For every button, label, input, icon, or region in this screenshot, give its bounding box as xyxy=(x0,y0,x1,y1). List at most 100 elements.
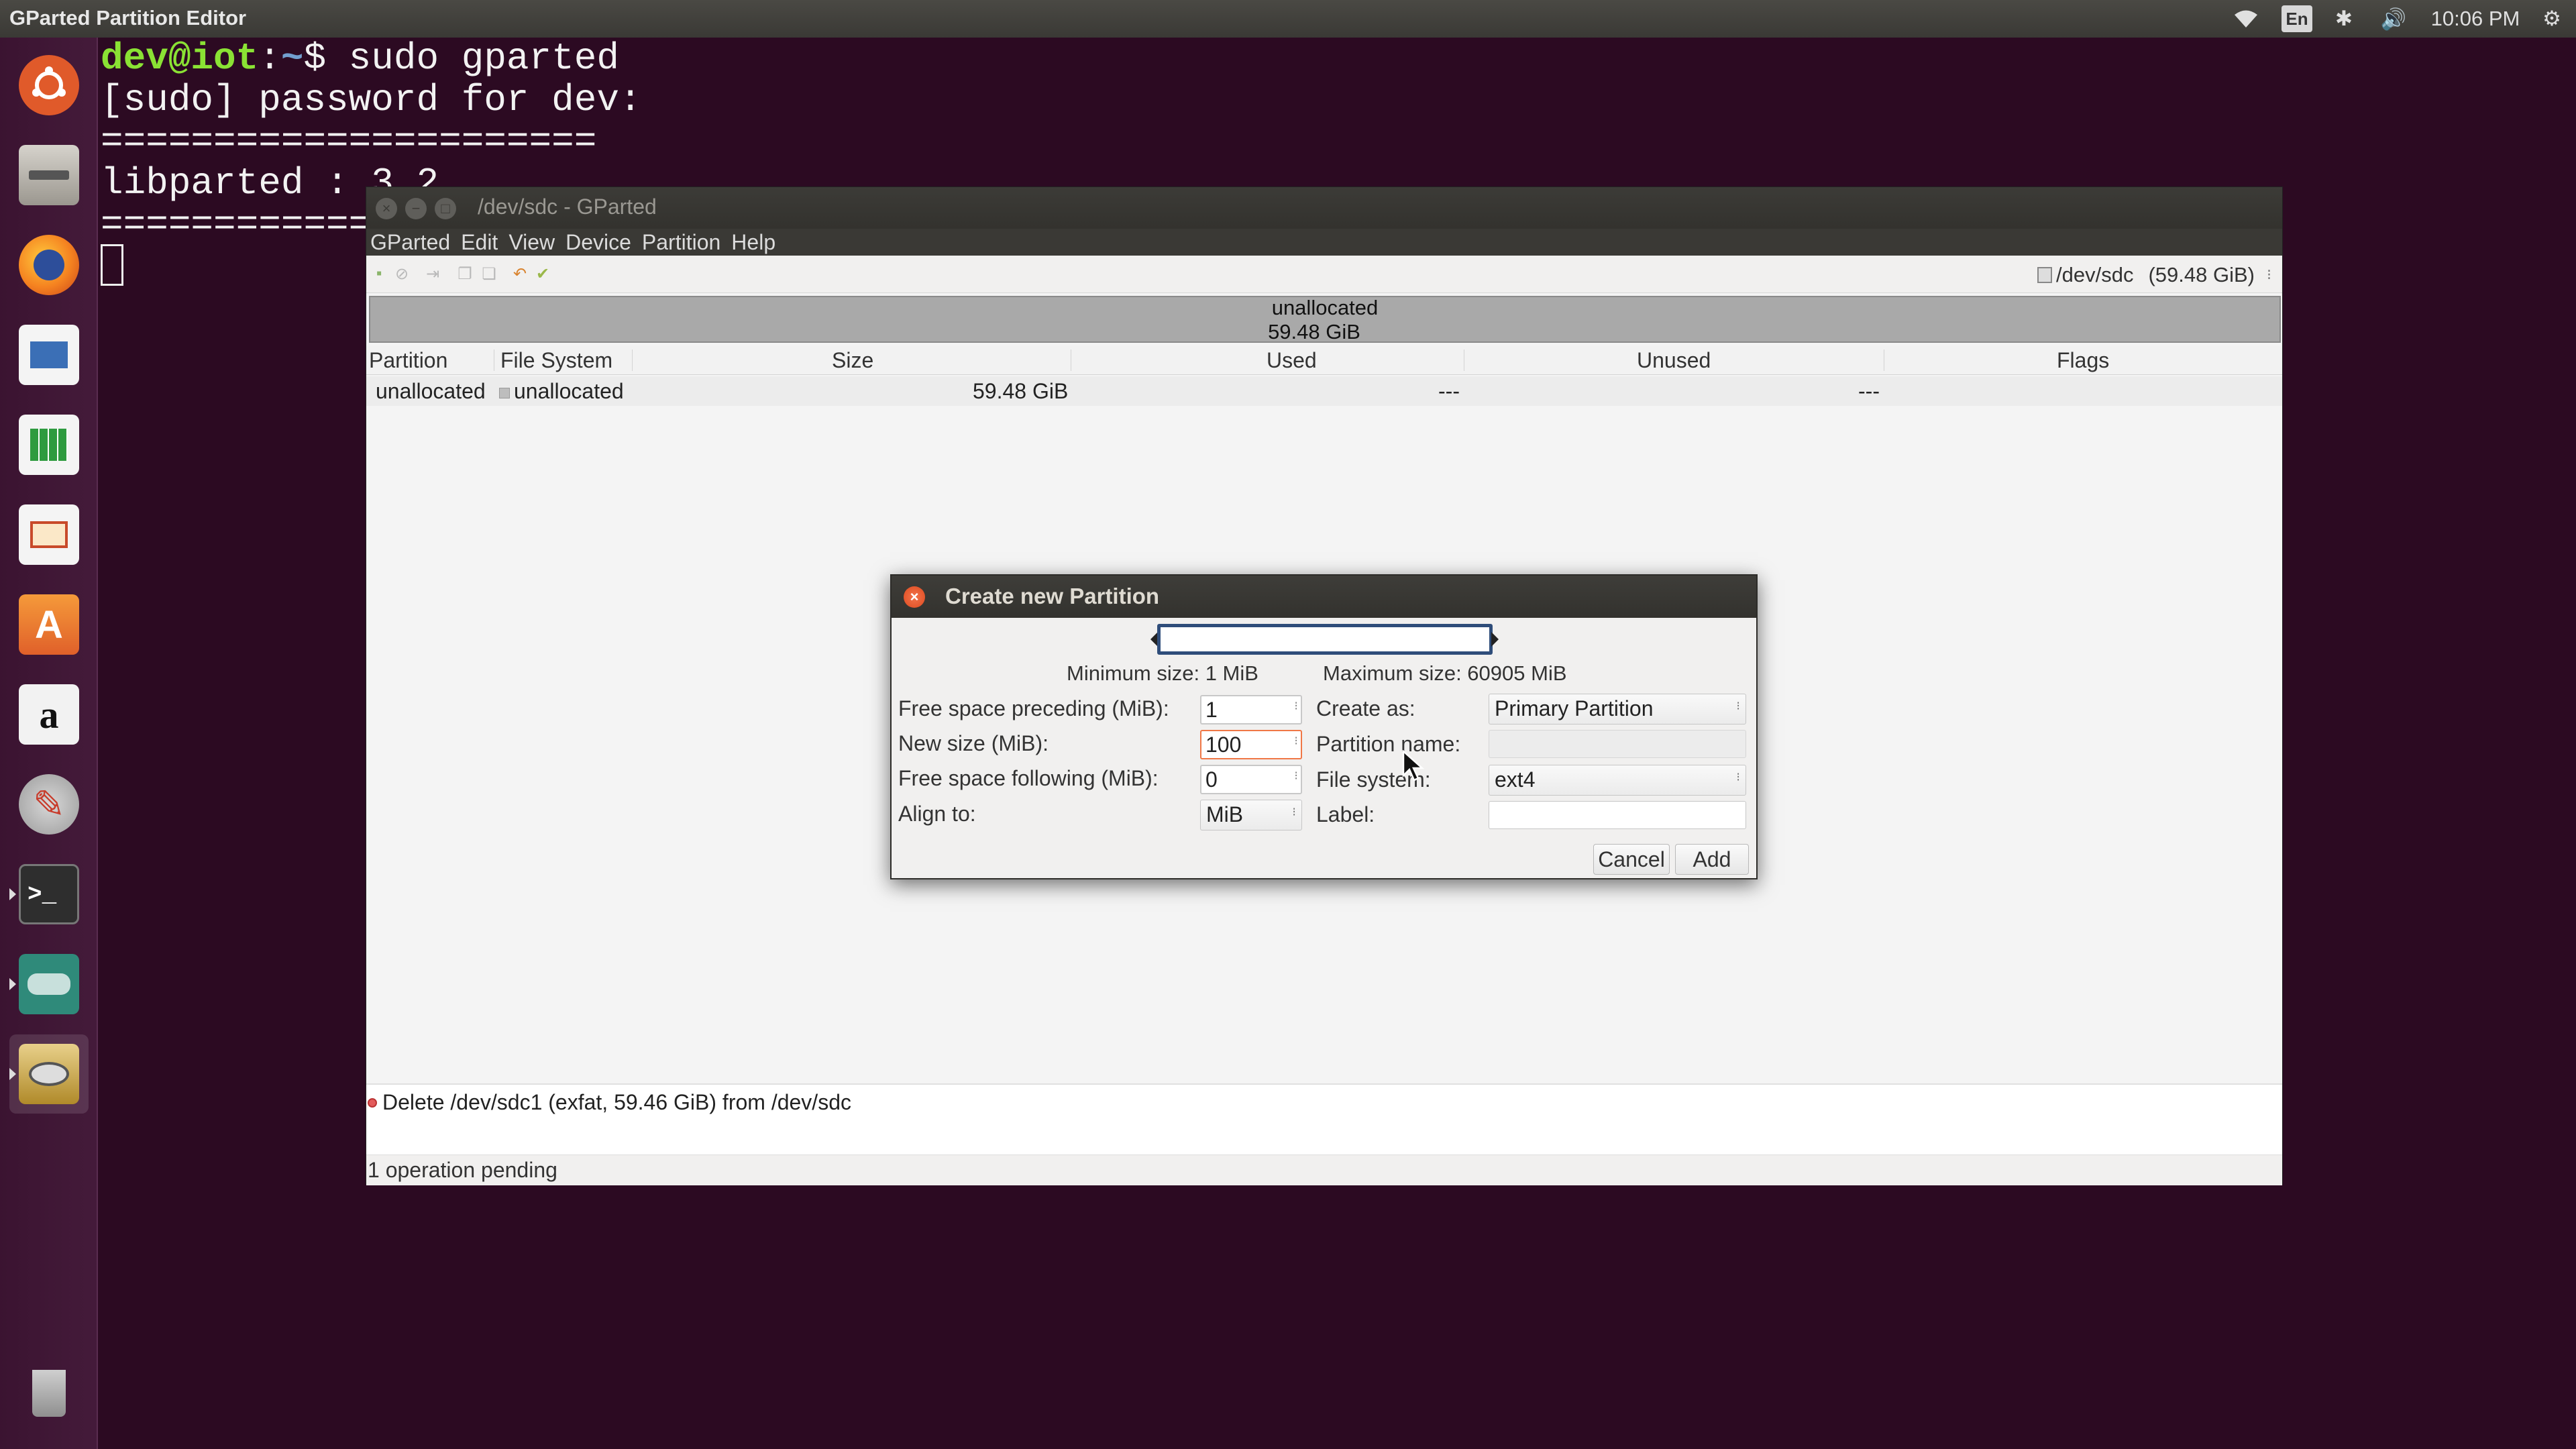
status-bar: 1 operation pending xyxy=(366,1155,2282,1185)
pending-operations-list: Delete /dev/sdc1 (exfat, 59.46 GiB) from… xyxy=(366,1083,2282,1155)
launcher-calc[interactable] xyxy=(9,405,89,484)
label-label: Label: xyxy=(1316,802,1375,826)
column-size[interactable]: Size xyxy=(832,348,873,373)
undo-icon[interactable]: ↶ xyxy=(511,265,529,283)
spreadsheet-icon xyxy=(19,415,79,475)
top-panel: GParted Partition Editor En ✱ 🔊 10:06 PM… xyxy=(0,0,2576,38)
create-as-label: Create as: xyxy=(1316,696,1415,720)
free-space-preceding-input[interactable]: 1 ⁝ xyxy=(1200,695,1302,724)
firefox-icon xyxy=(19,235,79,295)
amazon-icon: a xyxy=(19,684,79,745)
launcher-firefox[interactable] xyxy=(9,225,89,305)
delete-operation-icon xyxy=(368,1097,377,1108)
column-filesystem[interactable]: File System xyxy=(500,348,612,373)
partition-name-label: Partition name: xyxy=(1316,732,1461,756)
clock[interactable]: 10:06 PM xyxy=(2422,0,2529,38)
launcher-amazon[interactable]: a xyxy=(9,675,89,754)
create-partition-dialog: × Create new Partition Minimum size: 1 M… xyxy=(890,574,1758,879)
row-filesystem: unallocated xyxy=(499,379,624,404)
cancel-button[interactable]: Cancel xyxy=(1593,844,1670,875)
launcher-files[interactable] xyxy=(9,136,89,215)
copy-icon[interactable]: ❐ xyxy=(456,265,474,283)
active-app-title: GParted Partition Editor xyxy=(9,6,247,30)
chevron-updown-icon: ⁝ xyxy=(1292,805,1296,818)
wifi-icon[interactable] xyxy=(2227,0,2265,38)
column-flags[interactable]: Flags xyxy=(2057,348,2109,373)
spin-arrows-icon[interactable]: ⁝ xyxy=(1294,769,1298,782)
align-to-select[interactable]: MiB ⁝ xyxy=(1200,800,1302,830)
minimize-window-icon[interactable]: − xyxy=(405,198,427,219)
resize-move-icon[interactable]: ⇥ xyxy=(424,265,441,283)
launcher-impress[interactable] xyxy=(9,495,89,574)
partition-name-input[interactable] xyxy=(1489,730,1746,758)
add-button[interactable]: Add xyxy=(1675,844,1749,875)
paste-icon[interactable]: ❏ xyxy=(480,265,498,283)
delete-partition-icon[interactable]: ⊘ xyxy=(393,265,411,283)
bluetooth-icon[interactable]: ✱ xyxy=(2329,0,2359,38)
disk-graph[interactable]: unallocated 59.48 GiB xyxy=(369,296,2281,343)
close-dialog-icon[interactable]: × xyxy=(904,586,925,608)
pending-operation-item[interactable]: Delete /dev/sdc1 (exfat, 59.46 GiB) from… xyxy=(368,1090,851,1115)
new-size-input[interactable]: 100 ⁝ xyxy=(1200,730,1302,759)
menu-device[interactable]: Device xyxy=(566,230,631,255)
chevron-updown-icon: ⁝ xyxy=(2267,266,2271,283)
resize-right-handle-icon[interactable] xyxy=(1491,632,1499,647)
keyboard-layout-indicator[interactable]: En xyxy=(2282,5,2312,32)
launcher-gamepad[interactable] xyxy=(9,945,89,1024)
running-indicator xyxy=(9,978,16,990)
free-space-following-input[interactable]: 0 ⁝ xyxy=(1200,765,1302,794)
column-unused[interactable]: Unused xyxy=(1637,348,1711,373)
chevron-updown-icon: ⁝ xyxy=(1736,770,1740,784)
menu-view[interactable]: View xyxy=(508,230,555,255)
row-size: 59.48 GiB xyxy=(973,379,1069,403)
system-menu-gear-icon[interactable]: ⚙ xyxy=(2533,0,2571,38)
spin-arrows-icon[interactable]: ⁝ xyxy=(1294,735,1298,747)
maximize-window-icon[interactable]: □ xyxy=(435,198,456,219)
column-used[interactable]: Used xyxy=(1267,348,1317,373)
close-window-icon[interactable]: × xyxy=(376,198,397,219)
launcher-software[interactable]: A xyxy=(9,585,89,664)
label-input[interactable] xyxy=(1489,801,1746,829)
file-system-select[interactable]: ext4 ⁝ xyxy=(1489,765,1746,796)
terminal-icon: >_ xyxy=(19,864,79,924)
device-selector[interactable]: /dev/sdc (59.48 GiB) ⁝ xyxy=(2037,262,2271,288)
terminal-cursor xyxy=(101,244,123,286)
gparted-titlebar[interactable]: × − □ /dev/sdc - GParted xyxy=(366,187,2282,229)
menu-help[interactable]: Help xyxy=(731,230,775,255)
row-partition: unallocated xyxy=(376,379,486,403)
launcher-writer[interactable] xyxy=(9,315,89,394)
device-size: (59.48 GiB) xyxy=(2148,263,2255,286)
launcher-ubuntu-dash[interactable] xyxy=(9,46,89,125)
device-name: /dev/sdc xyxy=(2056,263,2134,286)
launcher-gparted[interactable] xyxy=(9,1034,89,1114)
new-partition-icon[interactable]: ▪ xyxy=(370,264,388,282)
partition-row[interactable]: unallocated unallocated 59.48 GiB --- --… xyxy=(366,376,2282,406)
column-partition[interactable]: Partition xyxy=(369,348,447,373)
apply-icon[interactable]: ✔ xyxy=(534,265,551,283)
row-unused: --- xyxy=(1858,379,1880,403)
dialog-titlebar[interactable]: × Create new Partition xyxy=(892,576,1756,618)
presentation-icon xyxy=(19,504,79,565)
volume-icon[interactable]: 🔊 xyxy=(2375,0,2412,38)
menu-edit[interactable]: Edit xyxy=(461,230,498,255)
file-cabinet-icon xyxy=(19,145,79,205)
launcher-settings[interactable]: ✎ xyxy=(9,765,89,844)
filesystem-color-swatch xyxy=(499,387,510,398)
terminal-line: ====================== xyxy=(101,120,597,163)
align-to-label: Align to: xyxy=(898,802,976,826)
menu-gparted[interactable]: GParted xyxy=(370,230,450,255)
partition-size-bar[interactable] xyxy=(1157,624,1493,655)
launcher-terminal[interactable]: >_ xyxy=(9,855,89,934)
menu-partition[interactable]: Partition xyxy=(642,230,720,255)
partition-table-header: Partition File System Size Used Unused F… xyxy=(366,345,2282,375)
terminal-line: [sudo] password for dev: xyxy=(101,78,642,121)
launcher: A a ✎ >_ xyxy=(0,38,98,1449)
gparted-menubar: GParted Edit View Device Partition Help xyxy=(366,229,2282,256)
spin-arrows-icon[interactable]: ⁝ xyxy=(1294,700,1298,712)
running-indicator xyxy=(9,1068,16,1080)
partition-size-slider[interactable] xyxy=(1150,624,1499,655)
terminal-line-prompt: dev@iot:~$ sudo gparted xyxy=(101,37,619,80)
launcher-trash[interactable] xyxy=(9,1354,89,1433)
gparted-window-title: /dev/sdc - GParted xyxy=(478,195,657,219)
create-as-select[interactable]: Primary Partition ⁝ xyxy=(1489,694,1746,724)
